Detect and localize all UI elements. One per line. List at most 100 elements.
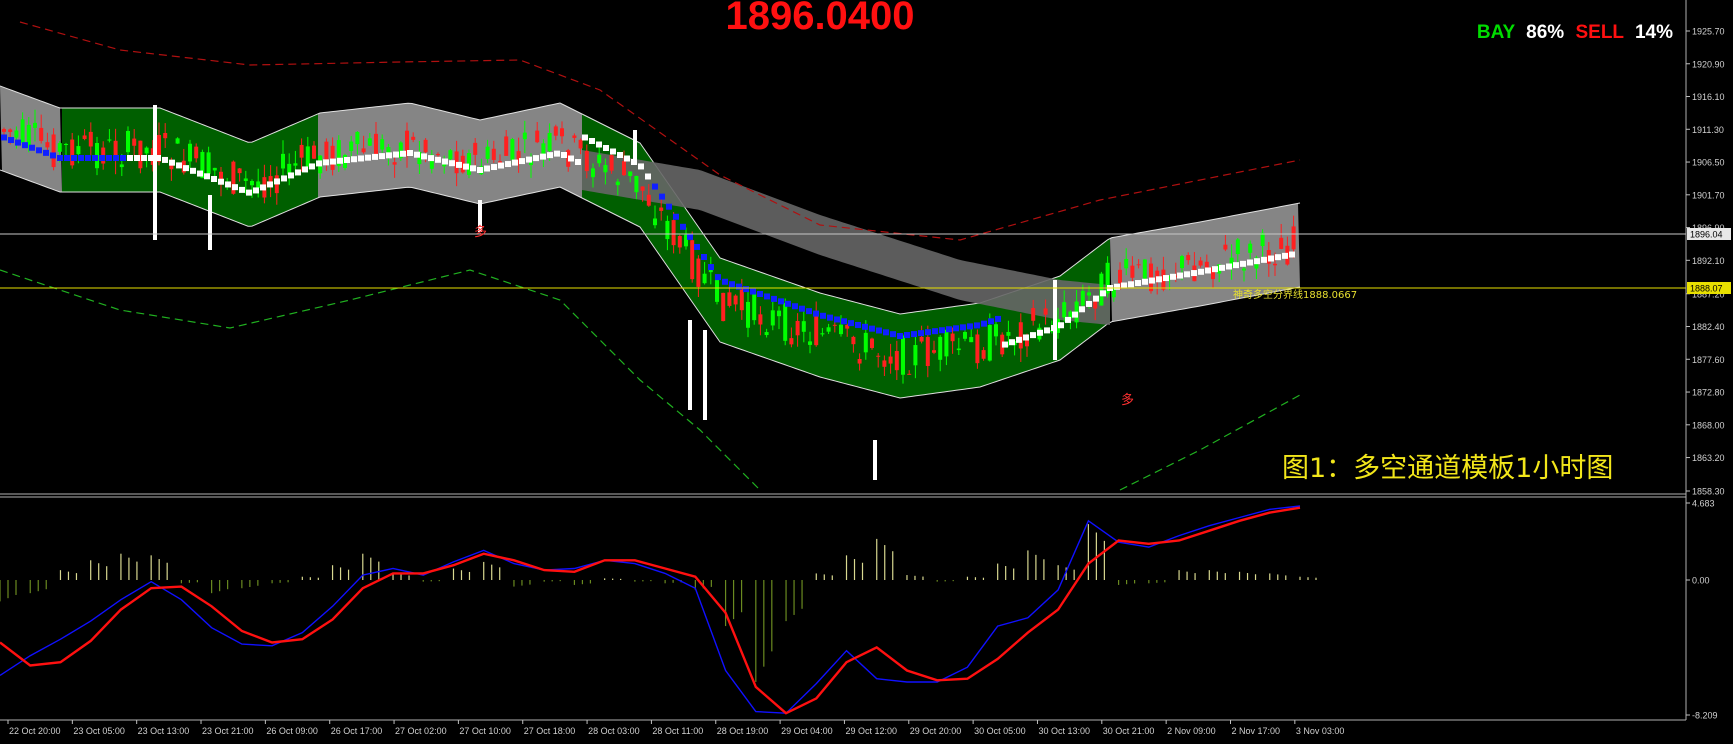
trend-dot <box>687 233 693 240</box>
signal-line <box>0 506 1301 715</box>
trend-dot <box>302 166 308 173</box>
bull-candle <box>665 220 670 240</box>
trend-dot <box>1240 260 1246 267</box>
trend-dot <box>1261 256 1267 263</box>
bear-candle <box>1291 226 1296 250</box>
trend-dot <box>1072 311 1078 318</box>
bay-label: BAY <box>1476 22 1515 43</box>
trend-dot <box>799 305 805 312</box>
trend-dot <box>876 327 882 334</box>
bear-candle <box>572 135 577 138</box>
trend-dot <box>1247 259 1253 266</box>
bull-candle <box>752 292 757 321</box>
bull-candle <box>944 329 949 357</box>
trend-dot <box>435 156 441 163</box>
trend-dot <box>225 181 231 188</box>
trend-dot <box>197 170 203 177</box>
trend-dot <box>1219 264 1225 271</box>
time-tick-label: 27 Oct 02:00 <box>395 726 447 736</box>
bear-candle <box>88 131 93 147</box>
bear-candle <box>640 186 645 191</box>
trend-dot <box>1009 339 1015 346</box>
trend-dot <box>421 153 427 160</box>
trend-dot <box>337 157 343 164</box>
bull-candle <box>547 132 552 152</box>
trend-dot <box>526 156 532 163</box>
trend-dot <box>190 167 196 174</box>
trend-dot <box>428 155 434 162</box>
bear-candle <box>45 142 50 148</box>
price-tick-label: 1892.10 <box>1692 256 1725 266</box>
bear-candle <box>789 338 794 345</box>
bear-candle <box>1198 260 1203 266</box>
trend-dot <box>778 298 784 305</box>
trend-dot <box>295 169 301 176</box>
trend-dot <box>267 181 273 188</box>
bull-candle <box>777 310 781 317</box>
trend-dot <box>1177 272 1183 279</box>
trend-dot <box>1170 273 1176 280</box>
trend-dot <box>358 155 364 162</box>
trend-dot <box>281 175 287 182</box>
trend-dot <box>974 322 980 329</box>
bear-candle <box>646 194 651 206</box>
trend-dot <box>351 156 357 163</box>
trend-dot <box>715 274 721 281</box>
bull-candle <box>597 154 602 164</box>
signal-marker-label: 多 <box>474 224 487 240</box>
trend-dot <box>1079 306 1085 313</box>
bear-candle <box>194 146 199 159</box>
trend-dot <box>939 327 945 334</box>
trend-dot <box>22 142 28 149</box>
trend-dot <box>589 138 595 144</box>
bear-candle <box>1130 265 1135 278</box>
bear-candle <box>560 128 564 137</box>
price-tick-label: 1863.20 <box>1692 453 1725 463</box>
trend-dot <box>141 155 147 161</box>
bull-candle <box>510 139 515 160</box>
trend-dot <box>1037 329 1043 336</box>
bull-candle <box>1248 243 1253 253</box>
price-tick-label: 1882.40 <box>1692 322 1725 332</box>
macd-tick-label: 0.00 <box>1692 576 1710 586</box>
trend-dot <box>78 155 84 161</box>
bull-candle <box>826 327 831 332</box>
trend-dot <box>561 152 567 158</box>
trend-dot <box>659 193 665 200</box>
trend-dot <box>918 330 924 337</box>
trend-dot <box>575 159 581 165</box>
bull-candle <box>1142 259 1147 279</box>
trend-dot <box>365 154 371 161</box>
trend-dot <box>722 278 728 285</box>
trend-dot <box>57 155 63 161</box>
trend-dot <box>890 331 896 338</box>
bear-candle <box>473 142 478 155</box>
trend-dot <box>1065 316 1071 323</box>
bull-candle <box>33 122 37 128</box>
trend-dot <box>771 295 777 302</box>
trend-dot <box>1205 267 1211 274</box>
bull-candle <box>938 336 943 360</box>
spike-candle <box>1053 280 1057 360</box>
bear-candle <box>907 373 912 375</box>
bull-candle <box>591 168 595 178</box>
bear-candle <box>584 150 589 172</box>
bear-candle <box>690 240 695 280</box>
level-price-tag-text: 1888.07 <box>1690 284 1723 294</box>
trend-dot <box>183 165 189 172</box>
current-price-display: 1896.0400 <box>725 0 915 38</box>
trend-dot <box>204 173 210 180</box>
trend-dot <box>1 134 7 141</box>
trend-dot <box>253 187 259 194</box>
bear-candle <box>870 338 874 348</box>
spike-candle <box>873 440 877 480</box>
trend-dot <box>680 223 686 230</box>
trend-dot <box>470 165 476 172</box>
bear-candle <box>2 129 6 132</box>
trend-dot <box>211 176 217 182</box>
trend-dot <box>232 184 238 191</box>
bear-candle <box>578 139 583 149</box>
bull-candle <box>839 324 843 335</box>
trend-dot <box>1212 266 1218 273</box>
time-tick-label: 23 Oct 05:00 <box>73 726 125 736</box>
